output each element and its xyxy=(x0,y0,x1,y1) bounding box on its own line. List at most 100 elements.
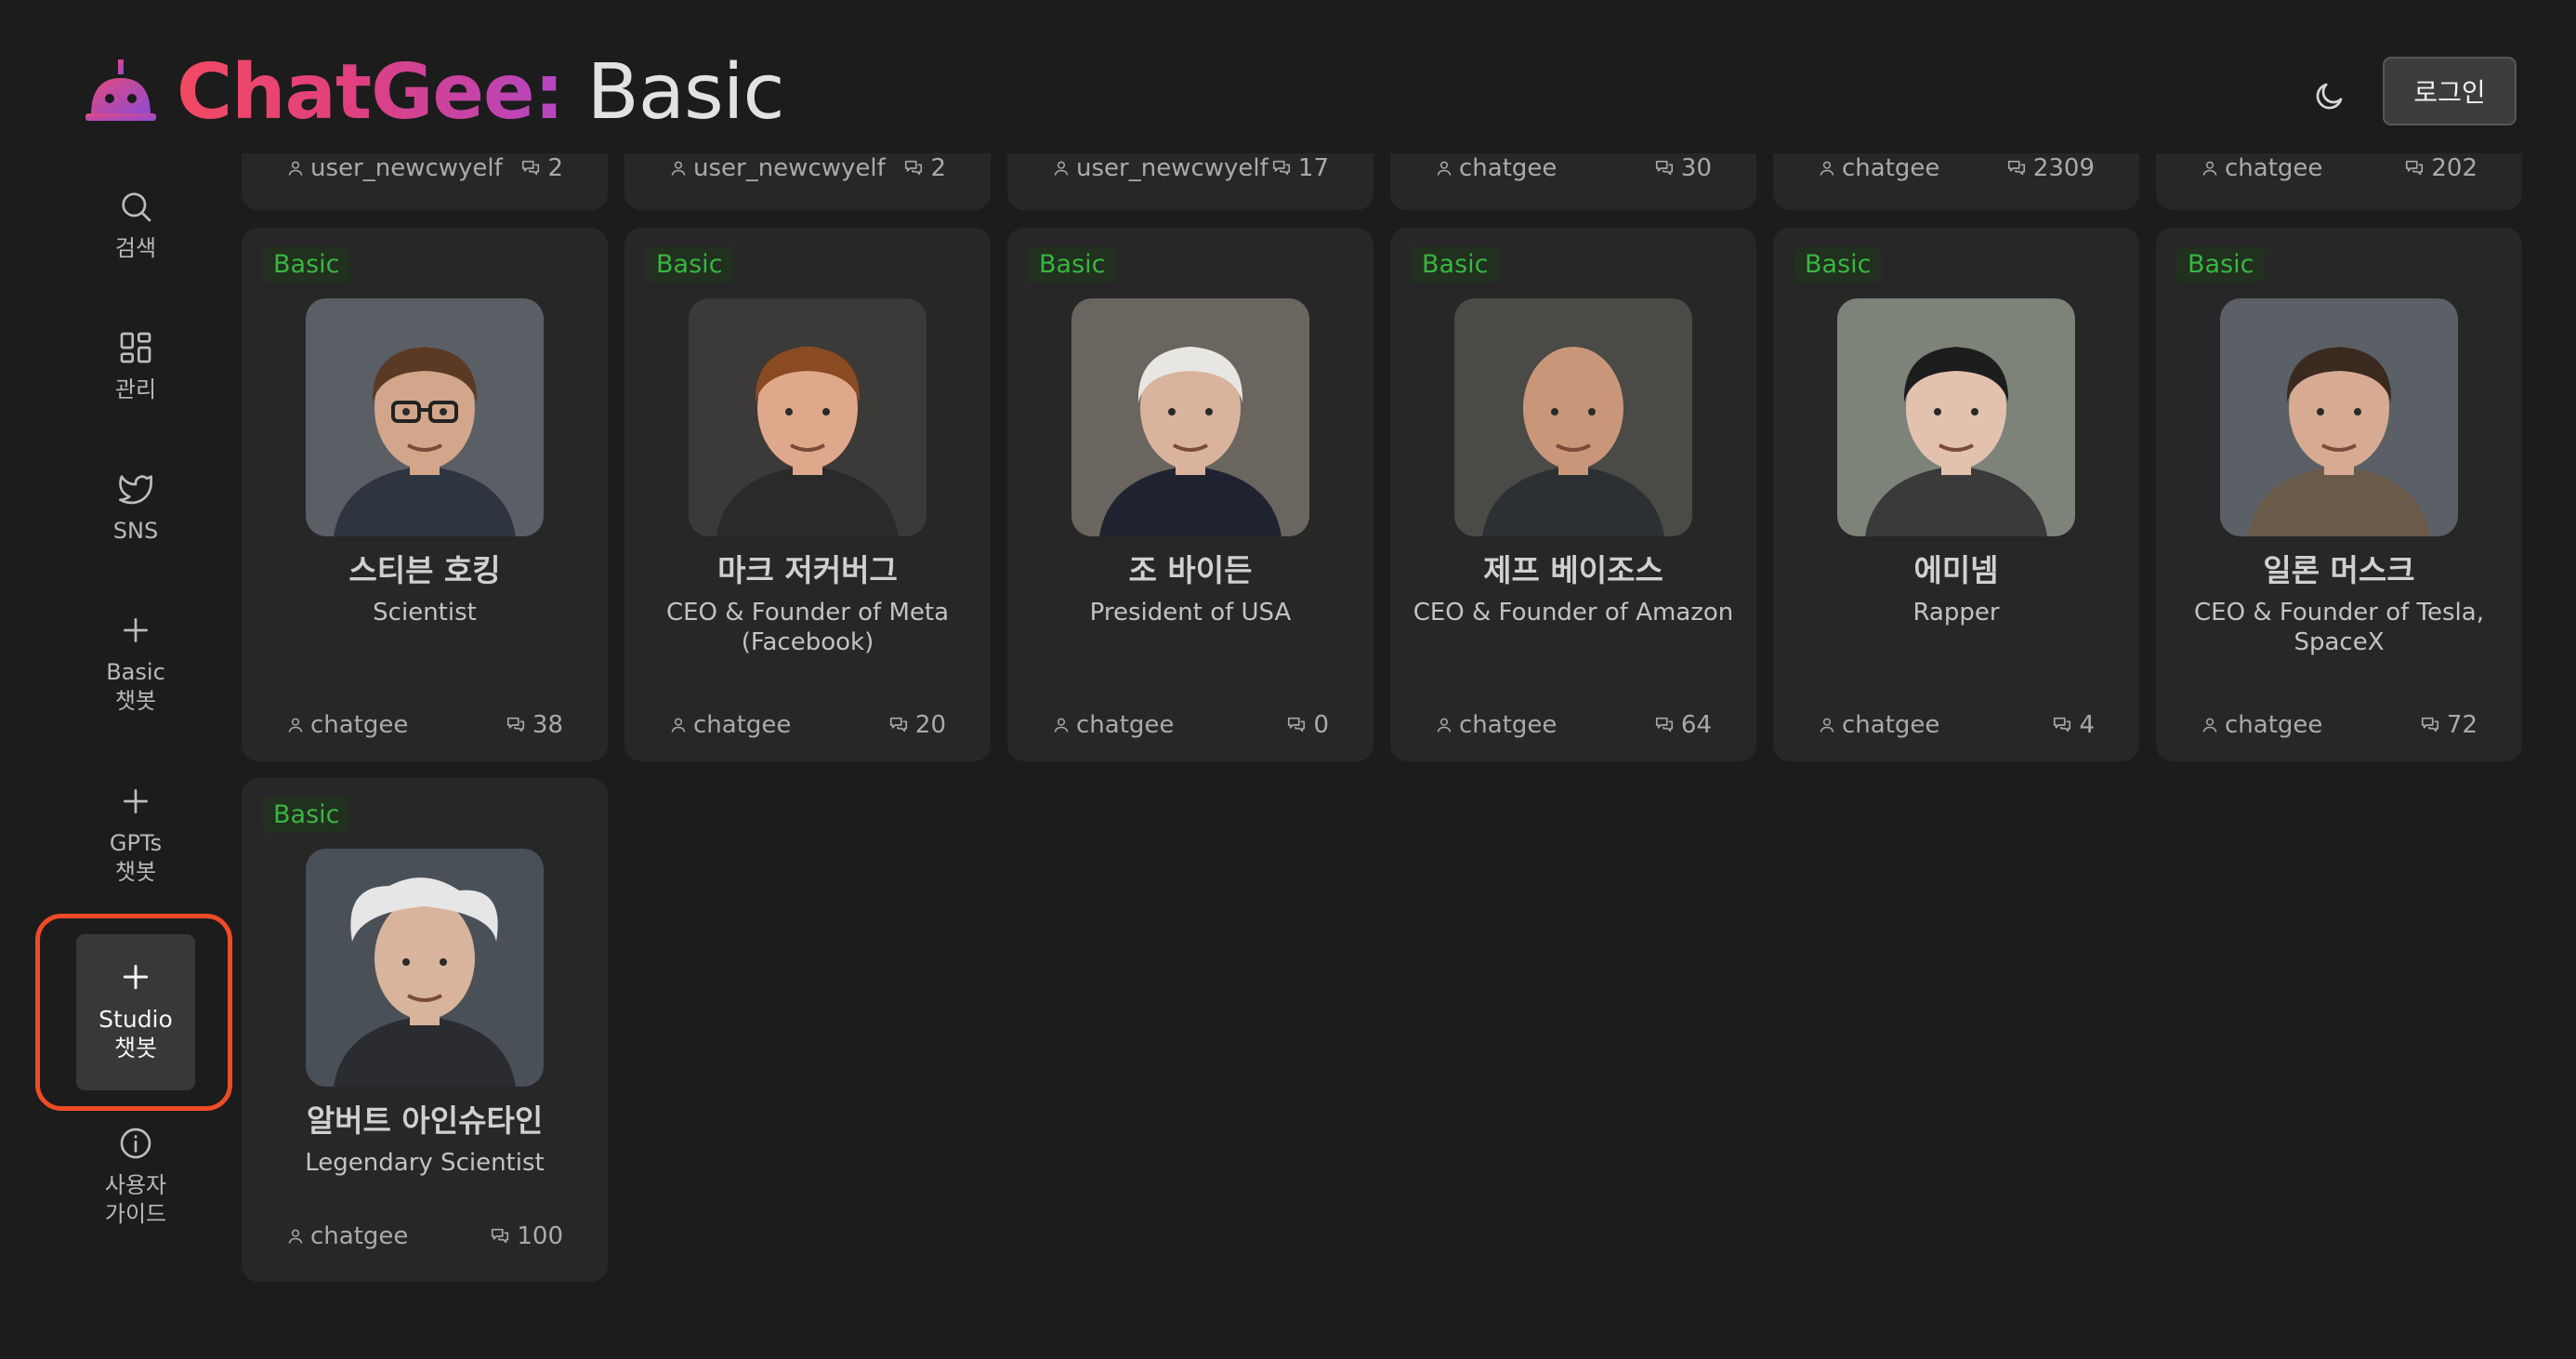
creator: chatgee xyxy=(1435,154,1557,182)
card-meta: user_newcwyelf 2 xyxy=(669,154,946,182)
chat-count-value: 2 xyxy=(930,154,946,182)
sidebar-item-studio-chatbot[interactable]: Studio 챗봇 xyxy=(76,934,195,1090)
info-icon xyxy=(120,1128,151,1159)
chat-count-value: 2 xyxy=(547,154,563,182)
user-icon xyxy=(1820,718,1834,732)
chatbot-name: 에미넴 xyxy=(1913,552,1999,588)
chatbot-avatar xyxy=(1454,298,1692,536)
category-badge: Basic xyxy=(1794,246,1883,283)
chat-count: 2 xyxy=(902,154,946,182)
chatbot-name: 제프 베이조스 xyxy=(1483,552,1663,588)
category-badge: Basic xyxy=(262,797,351,833)
chat-count: 38 xyxy=(505,711,563,739)
chat-icon xyxy=(2406,160,2424,176)
chatbot-avatar xyxy=(2220,298,2458,536)
chatbot-avatar xyxy=(1837,298,2075,536)
chat-count-value: 20 xyxy=(914,711,946,739)
sidebar-item-label: SNS xyxy=(112,518,159,544)
chat-icon xyxy=(522,160,540,176)
chatbot-avatar xyxy=(306,849,544,1087)
chat-count: 0 xyxy=(1285,711,1329,739)
plus-icon xyxy=(124,618,148,642)
card-meta: chatgee 4 xyxy=(1818,711,2095,739)
sidebar-item-label: 사용자 가이드 xyxy=(104,1172,167,1227)
chatbot-card[interactable]: Basic 스티븐 호킹 Scientist chatgee 38 xyxy=(242,228,608,761)
creator-name: chatgee xyxy=(310,711,409,739)
sidebar-item-label: 검색 xyxy=(114,235,157,261)
sidebar-item-search[interactable]: 검색 xyxy=(37,188,234,263)
chatbot-description: Rapper xyxy=(1912,599,2000,627)
card-meta: chatgee 2309 xyxy=(1818,154,2095,182)
creator: chatgee xyxy=(2201,711,2322,739)
chat-count: 2309 xyxy=(2005,154,2095,182)
chat-count-value: 64 xyxy=(1680,711,1712,739)
creator-name: chatgee xyxy=(1842,711,1940,739)
card-meta: chatgee 72 xyxy=(2201,711,2477,739)
creator: chatgee xyxy=(286,1222,408,1250)
chatbot-description: CEO & Founder of Amazon xyxy=(1413,599,1734,627)
chat-count: 64 xyxy=(1653,711,1712,739)
creator-name: chatgee xyxy=(1459,154,1557,182)
chat-icon xyxy=(1655,160,1673,176)
user-icon xyxy=(288,161,303,176)
creator-name: chatgee xyxy=(1842,154,1940,182)
user-icon xyxy=(2202,161,2217,176)
chat-count: 72 xyxy=(2419,711,2477,739)
chatbot-card[interactable]: Basic 마크 저커버그 CEO & Founder of Meta (Faceb… xyxy=(624,228,991,761)
chat-icon xyxy=(1272,160,1290,176)
chat-count: 30 xyxy=(1653,154,1712,182)
chat-icon xyxy=(905,160,923,176)
creator: chatgee xyxy=(2201,154,2322,182)
category-badge: Basic xyxy=(262,246,351,283)
chat-count-value: 30 xyxy=(1680,154,1712,182)
chat-count: 20 xyxy=(887,711,946,739)
sidebar-item-sns[interactable]: SNS xyxy=(37,470,234,546)
chatbot-card[interactable]: Basic 조 바이든 President of USA chatgee 0 xyxy=(1007,228,1373,761)
chatbot-description: CEO & Founder of Meta (Facebook) xyxy=(665,599,950,656)
user-icon xyxy=(671,718,686,732)
chat-count-value: 17 xyxy=(1297,154,1329,182)
card-meta: chatgee 100 xyxy=(286,1222,563,1250)
plus-icon xyxy=(123,964,149,990)
chat-count: 4 xyxy=(2051,711,2095,739)
creator-name: user_newcwyelf xyxy=(693,154,886,182)
app-title-brand: ChatGee: xyxy=(177,48,564,137)
chat-count-value: 100 xyxy=(517,1222,563,1250)
theme-toggle-button[interactable] xyxy=(2305,71,2355,121)
sidebar-item-gpts-chatbot[interactable]: GPTs 챗봇 xyxy=(37,783,234,887)
user-icon xyxy=(1437,161,1452,176)
chat-icon xyxy=(2054,717,2071,732)
chat-count: 202 xyxy=(2403,154,2477,182)
chatbot-name: 일론 머스크 xyxy=(2263,552,2415,588)
chat-count: 100 xyxy=(489,1222,563,1250)
chatbot-card[interactable]: Basic 제프 베이조스 CEO & Founder of Amazon chatg… xyxy=(1390,228,1756,761)
creator: chatgee xyxy=(1435,711,1557,739)
category-badge: Basic xyxy=(645,246,734,283)
robot-logo-icon xyxy=(85,59,156,121)
chatbot-card[interactable]: Basic 알버트 아인슈타인 Legendary Scientist chatgee… xyxy=(242,778,608,1282)
chatbot-avatar xyxy=(689,298,927,536)
chat-count: 2 xyxy=(519,154,563,182)
sidebar-item-label: 관리 xyxy=(114,376,157,402)
chat-icon xyxy=(1655,717,1673,732)
twitter-icon xyxy=(119,475,153,505)
sidebar-item-basic-chatbot[interactable]: Basic 챗봇 xyxy=(37,612,234,716)
chat-count-value: 38 xyxy=(532,711,563,739)
chatbot-name: 조 바이든 xyxy=(1128,552,1253,588)
chat-count-value: 4 xyxy=(2079,711,2095,739)
sidebar-item-manage[interactable]: 관리 xyxy=(37,329,234,404)
category-badge: Basic xyxy=(2176,246,2266,283)
user-icon xyxy=(671,161,686,176)
login-button[interactable]: 로그인 xyxy=(2383,57,2517,125)
app-title-section: Basic xyxy=(563,48,784,137)
chat-icon xyxy=(889,717,907,732)
chatbot-avatar xyxy=(306,298,544,536)
chatbot-description: Scientist xyxy=(373,599,477,627)
chat-icon xyxy=(506,717,524,732)
chatbot-card[interactable]: Basic 에미넴 Rapper chatgee 4 xyxy=(1773,228,2139,761)
user-icon xyxy=(1437,718,1452,732)
creator: chatgee xyxy=(1052,711,1174,739)
creator: user_newcwyelf xyxy=(1052,154,1268,182)
chatbot-card[interactable]: Basic 일론 머스크 CEO & Founder of Tesla, Space… xyxy=(2156,228,2522,761)
sidebar-item-user-guide[interactable]: 사용자 가이드 xyxy=(37,1125,234,1229)
